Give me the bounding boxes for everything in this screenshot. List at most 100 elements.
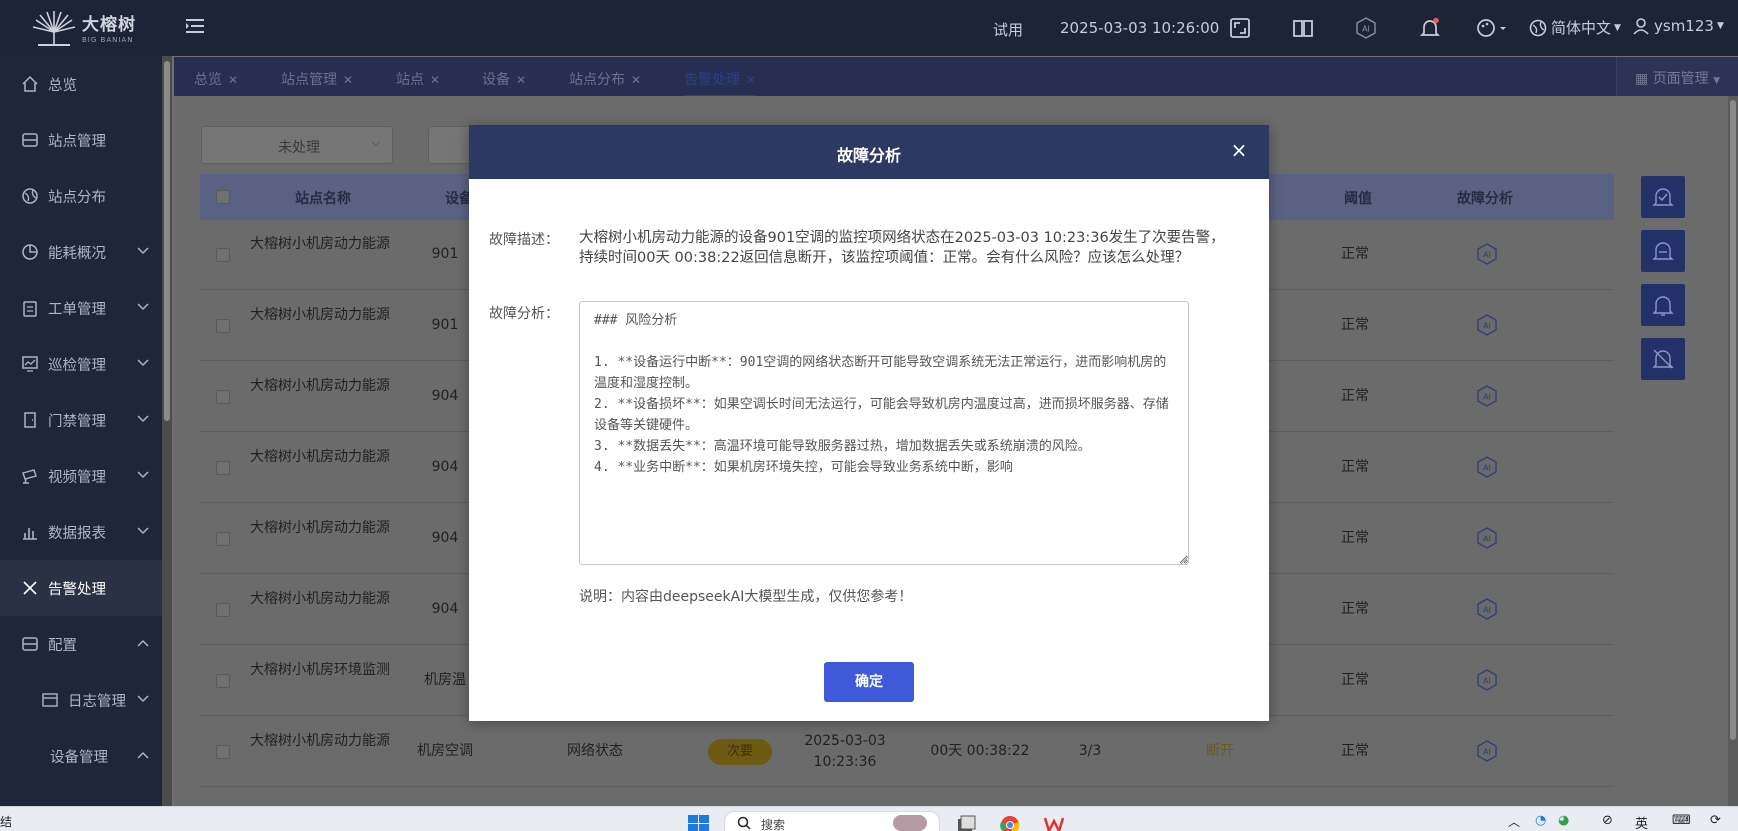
menu-toggle-icon[interactable] (186, 18, 204, 34)
sidebar-item-work-orders[interactable]: 工单管理 (0, 280, 162, 336)
alarm-mute-button[interactable] (1641, 338, 1685, 380)
ai-analysis-icon[interactable]: AI (1475, 597, 1499, 621)
close-icon[interactable]: ✕ (631, 73, 641, 87)
user-menu[interactable]: ysm123 ▼ (1632, 17, 1724, 35)
row-checkbox[interactable] (216, 674, 230, 688)
resize-handle-icon[interactable] (1180, 556, 1189, 565)
ai-analysis-icon[interactable]: AI (1475, 739, 1499, 763)
brand-name: 大榕树 (82, 14, 136, 35)
ai-analysis-icon[interactable]: AI (1475, 313, 1499, 337)
tray-chevron-icon[interactable]: ︿ (1508, 813, 1520, 830)
tab-alarm-handling[interactable]: 告警处理 ✕ (684, 69, 757, 97)
fault-analysis-textarea[interactable]: ### 风险分析 1. **设备运行中断**：901空调的网络状态断开可能导致空… (579, 301, 1189, 565)
row-checkbox[interactable] (216, 248, 230, 262)
site-name-cell: 大榕树小机房动力能源 (250, 307, 390, 323)
globe-icon (1529, 19, 1547, 36)
tray-app-icon[interactable]: ◔ (1535, 813, 1546, 828)
row-checkbox[interactable] (216, 461, 230, 475)
camera-icon (21, 467, 39, 485)
tab-device[interactable]: 设备 ✕ (482, 69, 526, 89)
ai-analysis-icon[interactable]: AI (1475, 526, 1499, 550)
status-filter-value: 未处理 (278, 140, 320, 156)
page-management-button[interactable]: ▦ 页面管理 ▼ (1616, 57, 1738, 96)
alarm-ring-button[interactable] (1641, 284, 1685, 326)
chevron-up-icon (137, 639, 149, 647)
home-icon (21, 75, 39, 93)
ai-assistant-icon[interactable]: AI (1355, 17, 1377, 39)
threshold-cell: 正常 (1341, 743, 1369, 759)
close-icon[interactable]: × (1227, 138, 1251, 162)
sidebar-item-site-distribution[interactable]: 站点分布 (0, 168, 162, 224)
select-all-checkbox[interactable] (216, 190, 230, 204)
sidebar-item-label: 门禁管理 (48, 413, 106, 430)
fullscreen-icon[interactable] (1229, 17, 1251, 39)
wps-icon[interactable] (1043, 815, 1065, 831)
taskbar-app-icon[interactable] (955, 815, 977, 831)
tab-site-management[interactable]: 站点管理 ✕ (281, 69, 353, 89)
book-icon[interactable] (1292, 17, 1314, 39)
sidebar-item-energy[interactable]: 能耗概况 (0, 224, 162, 280)
close-icon[interactable]: ✕ (343, 73, 353, 87)
tab-label: 站点分布 (569, 72, 625, 88)
tab-overview[interactable]: 总览 ✕ (194, 69, 238, 89)
alarm-level-badge: 次要 (708, 739, 772, 765)
confirm-button[interactable]: 确定 (824, 662, 914, 702)
sidebar-item-inspection[interactable]: 巡检管理 (0, 336, 162, 392)
column-header: 故障分析 (1457, 191, 1513, 207)
sidebar-scrollbar[interactable] (162, 56, 172, 806)
ai-analysis-icon[interactable]: AI (1475, 455, 1499, 479)
sidebar-item-device-management[interactable]: 设备管理 (0, 728, 162, 784)
sidebar-item-log-management[interactable]: 日志管理 (0, 672, 162, 728)
chrome-icon[interactable] (999, 815, 1021, 831)
column-header: 阈值 (1344, 191, 1372, 207)
row-checkbox[interactable] (216, 390, 230, 404)
tab-site[interactable]: 站点 ✕ (396, 69, 440, 89)
tab-label: 站点管理 (281, 72, 337, 88)
tray-network-icon[interactable]: ⊘ (1602, 813, 1613, 828)
status-filter-select[interactable]: 未处理 ⌵ (201, 126, 393, 164)
sidebar-item-video[interactable]: 视频管理 (0, 448, 162, 504)
svg-text:AI: AI (1483, 464, 1491, 473)
close-icon[interactable]: ✕ (516, 73, 526, 87)
notification-bell-icon[interactable] (1419, 17, 1441, 39)
username: ysm123 (1654, 17, 1714, 35)
close-icon[interactable]: ✕ (746, 73, 756, 87)
column-header: 站点名称 (295, 191, 351, 207)
fault-analysis-label: 故障分析： (489, 306, 559, 322)
threshold-cell: 正常 (1341, 388, 1369, 404)
tray-sync-icon[interactable]: ⟳ (1710, 813, 1721, 828)
disclaimer-note: 说明：内容由deepseekAI大模型生成，仅供您参考！ (579, 589, 913, 605)
sidebar-item-site-management[interactable]: 站点管理 (0, 112, 162, 168)
row-checkbox[interactable] (216, 745, 230, 759)
threshold-cell: 正常 (1341, 317, 1369, 333)
sidebar-item-reports[interactable]: 数据报表 (0, 504, 162, 560)
site-name-cell: 大榕树小机房动力能源 (250, 591, 390, 607)
alarm-clear-button[interactable] (1641, 230, 1685, 272)
user-icon (1633, 18, 1649, 35)
windows-start-icon[interactable] (688, 815, 710, 831)
tray-app-icon[interactable]: ◕ (1558, 813, 1569, 828)
trial-label: 试用 (993, 21, 1024, 39)
tray-keyboard-icon[interactable]: ⌨ (1672, 813, 1691, 828)
close-icon[interactable]: ✕ (430, 73, 440, 87)
sidebar-item-label: 站点管理 (48, 133, 106, 150)
tab-site-distribution[interactable]: 站点分布 ✕ (569, 69, 641, 89)
language-selector[interactable]: 简体中文 ▼ (1529, 17, 1621, 38)
sidebar-item-config[interactable]: 配置 (0, 616, 162, 672)
main-scrollbar[interactable] (1728, 96, 1738, 806)
row-checkbox[interactable] (216, 603, 230, 617)
tab-label: 告警处理 (684, 72, 740, 88)
alarm-confirm-button[interactable] (1641, 176, 1685, 218)
ime-indicator[interactable]: 英 (1635, 813, 1648, 831)
sidebar-item-access-control[interactable]: 门禁管理 (0, 392, 162, 448)
row-checkbox[interactable] (216, 319, 230, 333)
close-icon[interactable]: ✕ (228, 73, 238, 87)
taskbar-search[interactable]: 搜索 (724, 811, 940, 831)
sidebar-item-overview[interactable]: 总览 (0, 56, 162, 112)
ai-analysis-icon[interactable]: AI (1475, 384, 1499, 408)
ai-analysis-icon[interactable]: AI (1475, 668, 1499, 692)
theme-palette-icon[interactable] (1476, 17, 1512, 39)
ai-analysis-icon[interactable]: AI (1475, 242, 1499, 266)
row-checkbox[interactable] (216, 532, 230, 546)
sidebar-item-alarm-handling[interactable]: 告警处理 (0, 560, 162, 616)
